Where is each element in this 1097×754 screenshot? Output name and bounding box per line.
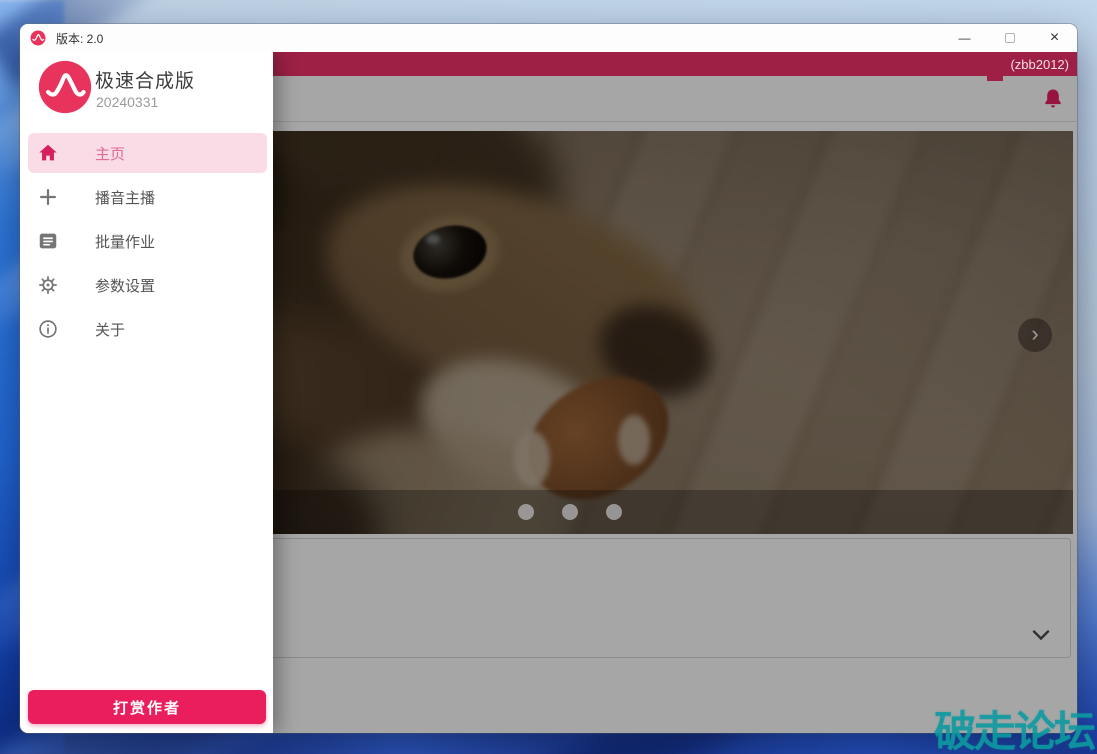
window-title: 版本: 2.0 — [56, 30, 103, 47]
home-icon — [37, 142, 59, 164]
close-button[interactable]: × — [1032, 24, 1077, 52]
list-icon — [37, 230, 59, 252]
sidebar-item-batch[interactable]: 批量作业 — [20, 219, 273, 263]
app-logo-icon — [30, 30, 46, 46]
appbar-notch — [987, 76, 1003, 81]
user-tag-marquee: (zbb2012) — [1010, 57, 1077, 72]
item-bg — [28, 309, 267, 349]
minimize-button[interactable]: — — [942, 24, 987, 52]
maximize-icon — [1005, 33, 1015, 43]
sidebar-item-label: 主页 — [95, 143, 125, 164]
plus-icon — [37, 186, 59, 208]
sidebar-item-label: 参数设置 — [95, 275, 155, 296]
active-item-highlight — [28, 133, 267, 173]
maximize-button[interactable] — [987, 24, 1032, 52]
donate-author-button[interactable]: 打赏作者 — [28, 690, 266, 724]
sidebar-item-broadcast[interactable]: 播音主播 — [20, 175, 273, 219]
desktop: { "titlebar": { "title": "版本: 2.0", "min… — [0, 0, 1097, 754]
sidebar-item-label: 批量作业 — [95, 231, 155, 252]
sidebar-drawer: 极速合成版 20240331 主页 播音主播 — [20, 52, 273, 733]
sidebar-menu: 主页 播音主播 批量作业 — [20, 131, 273, 351]
app-logo-icon — [38, 60, 92, 114]
window-controls: — × — [942, 24, 1077, 52]
app-window: 版本: 2.0 — × (zbb2012) — [20, 24, 1077, 733]
sidebar-item-home[interactable]: 主页 — [20, 131, 273, 175]
sidebar-item-label: 关于 — [95, 319, 125, 340]
app-version: 20240331 — [96, 94, 158, 110]
sidebar-item-settings[interactable]: 参数设置 — [20, 263, 273, 307]
info-icon — [37, 318, 59, 340]
brand-header: 极速合成版 20240331 — [20, 52, 273, 128]
app-name: 极速合成版 — [95, 66, 195, 93]
sidebar-item-label: 播音主播 — [95, 187, 155, 208]
sidebar-item-about[interactable]: 关于 — [20, 307, 273, 351]
gear-icon — [37, 274, 59, 296]
titlebar[interactable]: 版本: 2.0 — × — [20, 24, 1077, 52]
